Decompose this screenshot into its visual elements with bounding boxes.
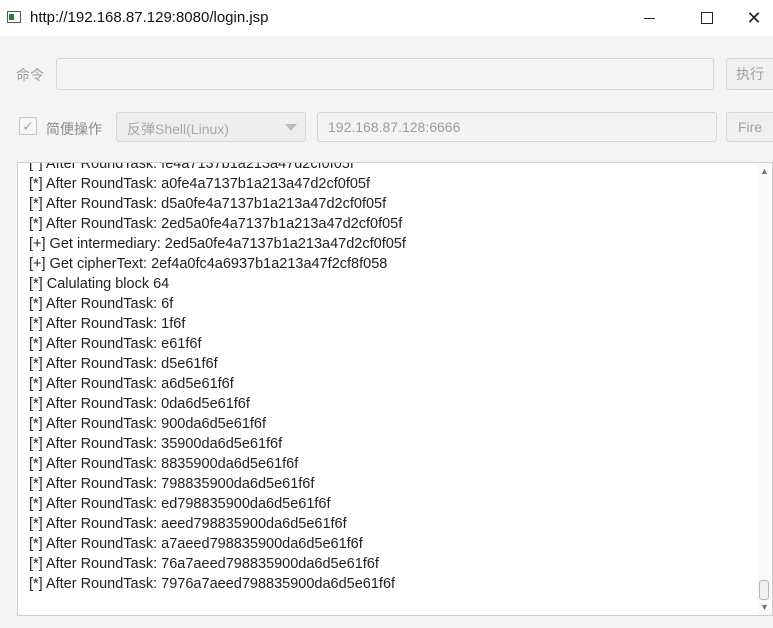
output-line: [*] After RoundTask: 8835900da6d5e61f6f [29, 456, 299, 472]
close-icon: ✕ [746, 8, 762, 28]
output-line: [*] After RoundTask: 0da6d5e61f6f [29, 396, 250, 412]
maximize-button[interactable] [684, 0, 730, 36]
output-line: [*] After RoundTask: a6d5e61f6f [29, 376, 234, 392]
output-line: [*] After RoundTask: fe4a7137b1a213a47d2… [29, 162, 354, 172]
output-line: [*] After RoundTask: 2ed5a0fe4a7137b1a21… [29, 216, 403, 232]
minimize-button[interactable] [626, 0, 672, 36]
output-line: [*] After RoundTask: 35900da6d5e61f6f [29, 436, 283, 452]
simple-mode-checkbox[interactable]: ✓ [19, 117, 37, 135]
checkmark-icon: ✓ [22, 117, 34, 134]
window-title: http://192.168.87.129:8080/login.jsp [30, 9, 269, 26]
scroll-down-icon[interactable]: ▼ [759, 602, 770, 612]
maximize-icon [701, 12, 713, 24]
output-line: [*] After RoundTask: a0fe4a7137b1a213a47… [29, 176, 371, 192]
output-line: [*] After RoundTask: 1f6f [29, 316, 186, 332]
payload-mode-value: 反弹Shell(Linux) [127, 121, 229, 137]
minimize-icon [643, 17, 655, 19]
output-line: [*] After RoundTask: 7976a7aeed798835900… [29, 576, 396, 592]
output-line: [*] After RoundTask: 798835900da6d5e61f6… [29, 476, 315, 492]
output-line: [*] After RoundTask: ed798835900da6d5e61… [29, 496, 331, 512]
chevron-down-icon [285, 124, 297, 131]
vertical-scrollbar[interactable]: ▲ ▼ [757, 163, 772, 615]
command-label: 命令 [16, 67, 44, 83]
command-input[interactable] [56, 58, 714, 90]
scrollbar-thumb[interactable] [759, 580, 769, 600]
output-line: [*] After RoundTask: e61f6f [29, 336, 202, 352]
output-line: [*] After RoundTask: d5a0fe4a7137b1a213a… [29, 196, 387, 212]
scroll-up-icon[interactable]: ▲ [759, 166, 770, 176]
fire-button[interactable]: Fire [726, 112, 773, 142]
output-line: [*] After RoundTask: a7aeed798835900da6d… [29, 536, 363, 552]
execute-button[interactable]: 执行 [726, 58, 773, 90]
output-line: [+] Get cipherText: 2ef4a0fc4a6937b1a213… [29, 256, 388, 272]
output-line: [*] After RoundTask: 76a7aeed798835900da… [29, 556, 379, 572]
reverse-shell-address-input[interactable]: 192.168.87.128:6666 [317, 112, 717, 142]
app-window-icon [7, 11, 21, 23]
close-button[interactable]: ✕ [731, 0, 773, 36]
output-line: [*] Calulating block 64 [29, 276, 170, 292]
output-line: [+] Get intermediary: 2ed5a0fe4a7137b1a2… [29, 236, 406, 252]
title-bar: http://192.168.87.129:8080/login.jsp ✕ [0, 0, 773, 36]
simple-mode-label: 简便操作 [46, 121, 102, 137]
output-line: [*] After RoundTask: aeed798835900da6d5e… [29, 516, 347, 532]
output-line: [*] After RoundTask: d5e61f6f [29, 356, 218, 372]
output-lines: [*] After RoundTask: fe4a7137b1a213a47d2… [29, 162, 754, 594]
payload-mode-select[interactable]: 反弹Shell(Linux) [116, 112, 306, 142]
output-line: [*] After RoundTask: 6f [29, 296, 174, 312]
output-line: [*] After RoundTask: 900da6d5e61f6f [29, 416, 267, 432]
output-textarea[interactable]: [*] After RoundTask: fe4a7137b1a213a47d2… [17, 162, 773, 616]
